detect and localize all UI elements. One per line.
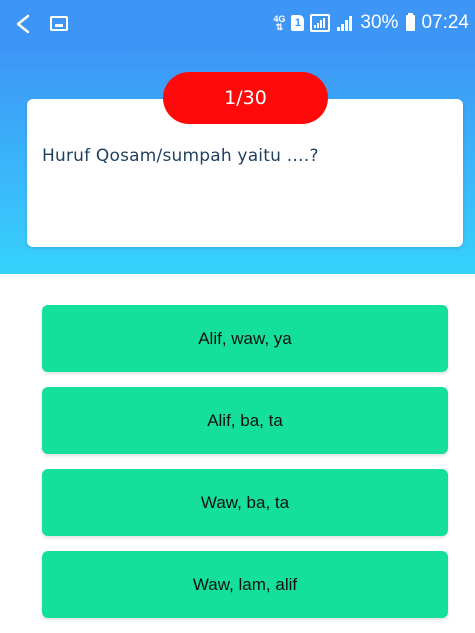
answer-list: Alif, waw, ya Alif, ba, ta Waw, ba, ta W…	[42, 305, 448, 633]
status-indicators: 4G ⇅ 1 30% 07:24	[273, 0, 469, 46]
answer-button-4[interactable]: Waw, lam, alif	[42, 551, 448, 618]
answer-button-3[interactable]: Waw, ba, ta	[42, 469, 448, 536]
answer-label: Alif, waw, ya	[198, 328, 292, 348]
signal-strength-icon	[336, 15, 354, 31]
clock: 07:24	[421, 12, 469, 33]
answer-button-1[interactable]: Alif, waw, ya	[42, 305, 448, 372]
question-counter-label: 1/30	[224, 87, 267, 109]
signal-icon	[310, 14, 331, 32]
answer-label: Waw, lam, alif	[192, 574, 298, 594]
back-arrow-icon[interactable]	[14, 14, 32, 38]
answer-button-2[interactable]: Alif, ba, ta	[42, 387, 448, 454]
network-type-icon: 4G ⇅	[273, 15, 285, 32]
data-arrows-icon: ⇅	[275, 22, 284, 32]
question-counter-badge: 1/30	[163, 72, 328, 124]
question-text: Huruf Qosam/sumpah yaitu ….?	[42, 146, 319, 166]
battery-icon	[406, 13, 416, 31]
answer-label: Alif, ba, ta	[207, 410, 283, 430]
battery-percent: 30%	[360, 12, 399, 33]
sim-icon: 1	[291, 15, 305, 31]
sim-slot-label: 1	[294, 17, 301, 29]
gallery-icon	[50, 16, 68, 31]
status-bar: 4G ⇅ 1 30% 07:24	[0, 0, 475, 46]
answer-label: Waw, ba, ta	[200, 492, 290, 512]
